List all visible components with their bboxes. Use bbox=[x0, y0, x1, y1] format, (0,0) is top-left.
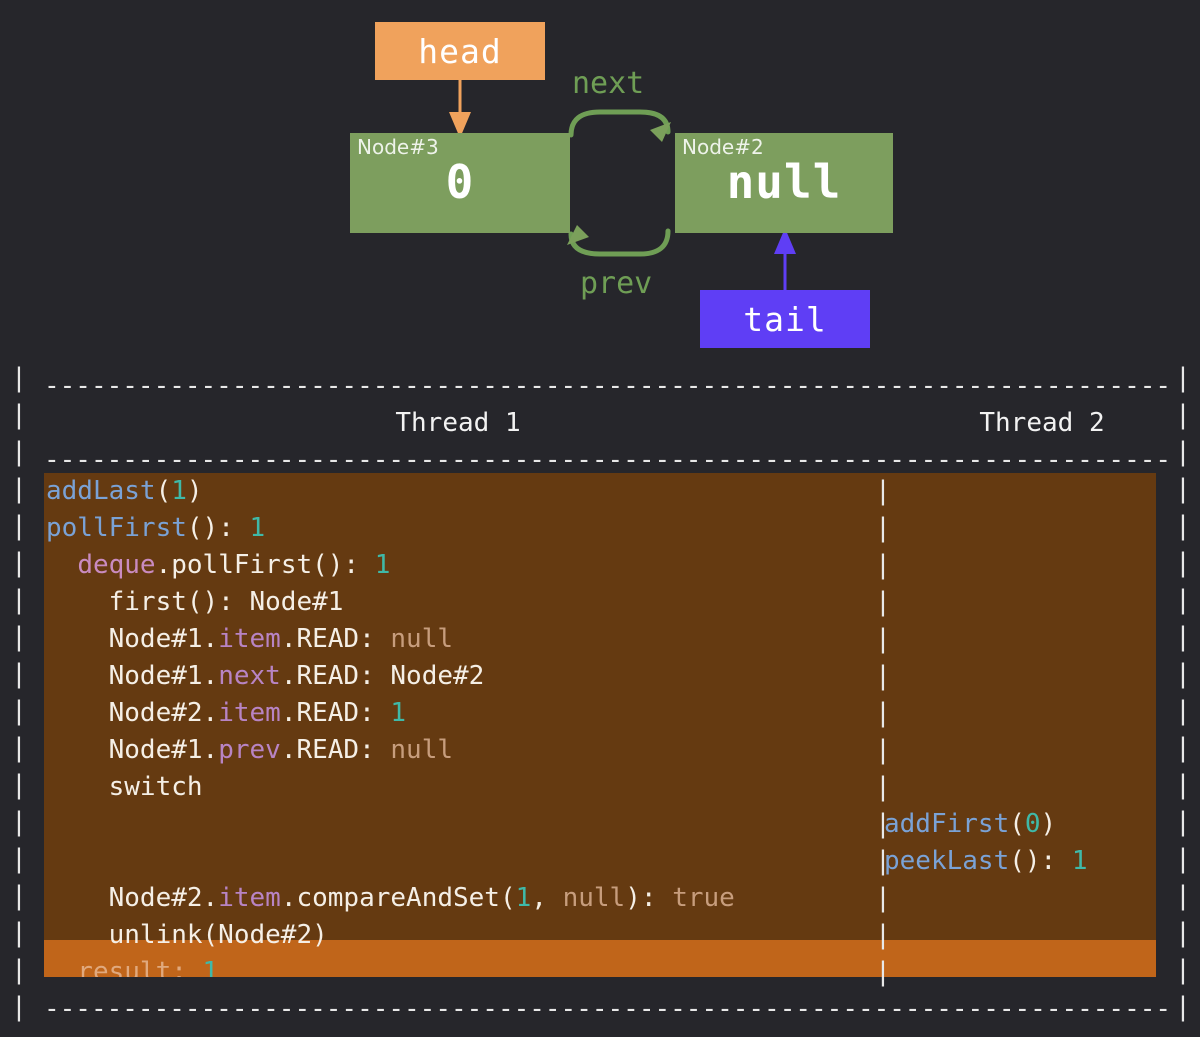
table-rule-bottom: ----------------------------------------… bbox=[44, 994, 1168, 1024]
thread2-line bbox=[884, 695, 1156, 732]
token-null: null bbox=[562, 883, 626, 913]
token-plain: Node#2. bbox=[46, 883, 219, 913]
token-num: 1 bbox=[374, 550, 391, 580]
column-header-thread2: Thread 2 bbox=[979, 408, 1105, 438]
diagram-arrows bbox=[449, 80, 796, 290]
token-num: 1 bbox=[1071, 846, 1088, 876]
thread1-line: Node#2.item.READ: 1 bbox=[46, 695, 872, 732]
token-field: prev bbox=[218, 735, 281, 765]
token-num: 1 bbox=[202, 957, 219, 977]
token-plain: , bbox=[531, 883, 563, 913]
token-plain: .pollFirst(): bbox=[155, 550, 375, 580]
thread2-line bbox=[884, 547, 1156, 584]
token-null: true bbox=[672, 883, 735, 913]
token-plain: .READ: bbox=[280, 698, 391, 728]
thread1-line: Node#1.item.READ: null bbox=[46, 621, 872, 658]
thread1-line: switch bbox=[46, 769, 872, 806]
table-left-border: | | | | | | | | | | | | | | | | | | bbox=[11, 363, 27, 1022]
node-value-label: 0 bbox=[445, 155, 475, 209]
token-plain: (): bbox=[1009, 846, 1072, 876]
token-plain: .READ: Node#2 bbox=[280, 661, 485, 691]
tail-pointer-label: tail bbox=[743, 299, 827, 339]
thread2-line bbox=[884, 658, 1156, 695]
edge-label-prev: prev bbox=[580, 266, 653, 301]
thread1-line: Node#2.item.compareAndSet(1, null): true bbox=[46, 880, 872, 917]
table-rule-top: ----------------------------------------… bbox=[44, 371, 1168, 401]
token-field: item bbox=[218, 883, 281, 913]
edge-label-next: next bbox=[572, 66, 645, 101]
token-deque: deque bbox=[77, 550, 156, 580]
thread2-line bbox=[884, 880, 1156, 917]
thread2-line bbox=[884, 769, 1156, 806]
token-method: addLast bbox=[46, 476, 156, 506]
token-num: 0 bbox=[1024, 809, 1041, 839]
thread1-line: Node#1.prev.READ: null bbox=[46, 732, 872, 769]
thread1-line: first(): Node#1 bbox=[46, 584, 872, 621]
token-num: 1 bbox=[249, 513, 266, 543]
token-field: item bbox=[218, 698, 281, 728]
token-plain: ( bbox=[1009, 809, 1025, 839]
token-plain: Node#1. bbox=[46, 661, 219, 691]
token-plain: ( bbox=[155, 476, 172, 506]
thread1-line: result: 1 bbox=[46, 954, 872, 977]
token-field: next bbox=[218, 661, 281, 691]
linked-list-diagram: head tail Node#3 0 Node#2 null next prev bbox=[0, 0, 1200, 360]
token-plain: first(): Node#1 bbox=[46, 587, 344, 617]
trace-body: addLast(1) pollFirst(): 1 deque.pollFirst… bbox=[44, 473, 1156, 977]
token-plain: ) bbox=[1040, 809, 1057, 839]
thread1-column: addLast(1) pollFirst(): 1 deque.pollFirst… bbox=[46, 473, 872, 977]
thread1-line: addLast(1) bbox=[46, 473, 872, 510]
token-null: null bbox=[390, 735, 454, 765]
token-plain: Node#2. bbox=[46, 698, 219, 728]
token-method: addFirst bbox=[884, 809, 1010, 839]
thread-trace-table: ----------------------------------------… bbox=[0, 360, 1200, 1037]
tail-pointer-box: tail bbox=[700, 290, 870, 348]
thread2-line: peekLast(): 1 bbox=[884, 843, 1156, 880]
token-plain: .READ: bbox=[280, 735, 391, 765]
thread1-line bbox=[46, 843, 872, 880]
token-num: 1 bbox=[390, 698, 407, 728]
head-pointer-label: head bbox=[418, 31, 502, 71]
head-pointer-box: head bbox=[375, 22, 545, 80]
token-num: 1 bbox=[171, 476, 187, 506]
column-separator-border: | | | | | | | | | | | | | | bbox=[875, 476, 891, 987]
thread2-line: addFirst(0) bbox=[884, 806, 1156, 843]
thread2-line bbox=[884, 954, 1156, 977]
token-plain: (): bbox=[186, 513, 250, 543]
thread2-line bbox=[884, 917, 1156, 954]
table-right-border: | | | | | | | | | | | | | | | | | | bbox=[1175, 363, 1191, 1022]
token-plain: ): bbox=[625, 883, 673, 913]
token-plain: ) bbox=[186, 476, 203, 506]
token-field: item bbox=[218, 624, 281, 654]
thread2-line bbox=[884, 510, 1156, 547]
token-plain: Node#1. bbox=[46, 624, 219, 654]
token-plain: .READ: bbox=[280, 624, 391, 654]
thread1-line: unlink(Node#2) bbox=[46, 917, 872, 954]
token-method: pollFirst bbox=[46, 513, 187, 543]
node-value-label: null bbox=[726, 155, 842, 209]
thread2-line bbox=[884, 621, 1156, 658]
thread1-line bbox=[46, 806, 872, 843]
thread1-line: deque.pollFirst(): 1 bbox=[46, 547, 872, 584]
column-header-thread1: Thread 1 bbox=[395, 408, 521, 438]
token-plain: unlink(Node#2) bbox=[46, 920, 328, 950]
table-header-row: Thread 1 Thread 2 bbox=[44, 405, 1168, 442]
node-box-node2: Node#2 null bbox=[675, 133, 893, 233]
token-plain: switch bbox=[46, 772, 203, 802]
thread1-line: pollFirst(): 1 bbox=[46, 510, 872, 547]
thread2-line bbox=[884, 732, 1156, 769]
token-plain: Node#1. bbox=[46, 735, 219, 765]
thread2-column: addFirst(0) peekLast(): 1 bbox=[884, 473, 1156, 977]
token-num: 1 bbox=[515, 883, 532, 913]
thread2-line bbox=[884, 473, 1156, 510]
token-method: peekLast bbox=[884, 846, 1010, 876]
node-box-node3: Node#3 0 bbox=[350, 133, 570, 233]
token-plain: .compareAndSet( bbox=[280, 883, 516, 913]
thread1-line: Node#1.next.READ: Node#2 bbox=[46, 658, 872, 695]
token-result: result: bbox=[46, 957, 203, 977]
token-null: null bbox=[390, 624, 454, 654]
thread2-line bbox=[884, 584, 1156, 621]
